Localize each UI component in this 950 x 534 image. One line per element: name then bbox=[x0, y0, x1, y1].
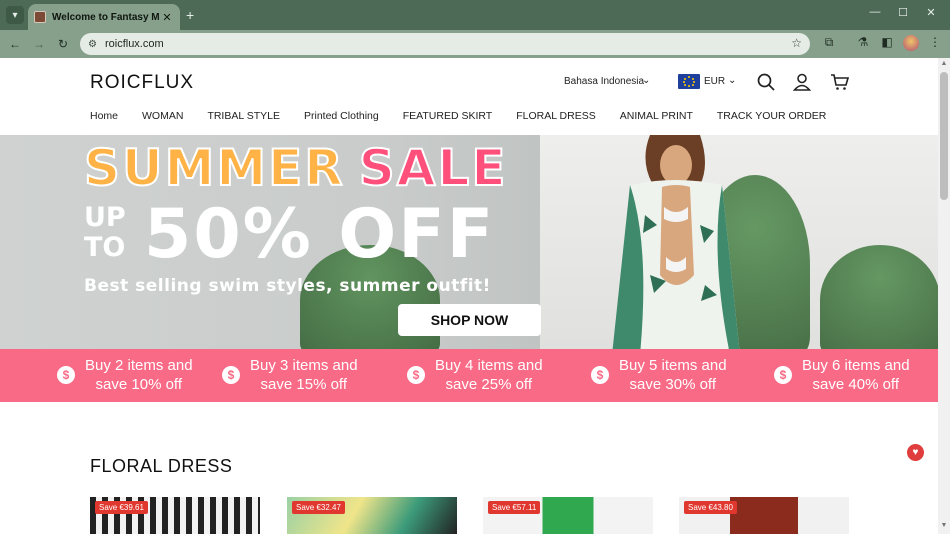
browser-tabstrip: ▾ Welcome to Fantasy Mall ✕ + — ☐ ✕ bbox=[0, 0, 950, 30]
site-logo[interactable]: ROICFLUX bbox=[90, 72, 194, 94]
promo-item: $ Buy 4 items and save 25% off bbox=[407, 356, 543, 394]
promo-line: save 10% off bbox=[95, 376, 182, 393]
promo-bar: $ Buy 2 items and save 10% off $ Buy 3 it… bbox=[0, 349, 938, 402]
nav-item-home[interactable]: Home bbox=[90, 110, 118, 122]
nav-item-track-order[interactable]: TRACK YOUR ORDER bbox=[717, 110, 827, 122]
promo-line: Buy 4 items and bbox=[435, 357, 543, 374]
tab-list-icon[interactable]: ▾ bbox=[6, 6, 24, 24]
close-icon[interactable]: ✕ bbox=[160, 11, 174, 24]
to-text: TO bbox=[84, 232, 126, 263]
cart-icon[interactable] bbox=[830, 72, 850, 92]
save-badge: Save €39.61 bbox=[95, 501, 148, 514]
banner-subtitle: Best selling swim styles, summer outfit! bbox=[84, 276, 491, 296]
up-text: UP bbox=[84, 202, 126, 233]
eu-flag-icon bbox=[678, 74, 700, 89]
shop-now-button[interactable]: SHOP NOW bbox=[398, 304, 541, 336]
save-badge: Save €43.80 bbox=[684, 501, 737, 514]
window-close-icon[interactable]: ✕ bbox=[921, 6, 941, 19]
chevron-down-icon[interactable]: ⌄ bbox=[728, 75, 736, 86]
site-info-icon[interactable]: ⚙ bbox=[88, 39, 97, 50]
menu-icon[interactable]: ⋮ bbox=[926, 35, 944, 49]
favicon bbox=[34, 11, 46, 23]
extensions-icon[interactable]: ⧉ bbox=[820, 35, 838, 50]
chat-help-icon[interactable]: ♥ bbox=[907, 444, 924, 461]
promo-line: Buy 5 items and bbox=[619, 357, 727, 374]
nav-item-woman[interactable]: WOMAN bbox=[142, 110, 183, 122]
maximize-icon[interactable]: ☐ bbox=[893, 6, 913, 19]
tab-title: Welcome to Fantasy Mall bbox=[52, 11, 160, 23]
banner-discount: 50% OFF bbox=[144, 195, 496, 274]
scroll-thumb[interactable] bbox=[940, 72, 948, 200]
promo-line: save 15% off bbox=[260, 376, 347, 393]
product-card[interactable]: Save €43.80 bbox=[679, 497, 849, 534]
dollar-coin-icon: $ bbox=[591, 366, 609, 384]
promo-line: save 25% off bbox=[445, 376, 532, 393]
banner-plant bbox=[820, 245, 938, 349]
scroll-down-icon[interactable]: ▼ bbox=[940, 522, 948, 529]
forward-icon[interactable]: → bbox=[30, 35, 48, 53]
nav-item-printed-clothing[interactable]: Printed Clothing bbox=[304, 110, 379, 122]
promo-item: $ Buy 3 items and save 15% off bbox=[222, 356, 358, 394]
nav-item-tribal-style[interactable]: TRIBAL STYLE bbox=[207, 110, 280, 122]
dollar-coin-icon: $ bbox=[774, 366, 792, 384]
bookmark-star-icon[interactable]: ☆ bbox=[791, 36, 802, 50]
web-page: ROICFLUX Bahasa Indonesia ⌄ EUR ⌄ Home W… bbox=[0, 58, 938, 534]
product-card[interactable]: Save €32.47 bbox=[287, 497, 457, 534]
nav-item-floral-dress[interactable]: FLORAL DRESS bbox=[516, 110, 596, 122]
labs-icon[interactable]: ⚗ bbox=[854, 35, 872, 49]
scroll-up-icon[interactable]: ▲ bbox=[940, 60, 948, 67]
language-selector[interactable]: Bahasa Indonesia bbox=[564, 76, 644, 87]
save-badge: Save €57.11 bbox=[488, 501, 541, 514]
headline-summer: SUMMER bbox=[83, 138, 345, 198]
promo-line: Buy 6 items and bbox=[802, 357, 910, 374]
promo-line: save 30% off bbox=[629, 376, 716, 393]
promo-line: save 40% off bbox=[812, 376, 899, 393]
chevron-down-icon[interactable]: ⌄ bbox=[642, 75, 650, 86]
reload-icon[interactable]: ↻ bbox=[54, 35, 72, 53]
promo-line: Buy 2 items and bbox=[85, 357, 193, 374]
promo-item: $ Buy 5 items and save 30% off bbox=[591, 356, 727, 394]
address-bar[interactable]: ⚙ roicflux.com ☆ bbox=[80, 33, 810, 55]
browser-toolbar: ← → ↻ ⚙ roicflux.com ☆ ⧉ ⚗ ◧ ⋮ bbox=[0, 30, 950, 58]
promo-item: $ Buy 2 items and save 10% off bbox=[57, 356, 193, 394]
dollar-coin-icon: $ bbox=[222, 366, 240, 384]
save-badge: Save €32.47 bbox=[292, 501, 345, 514]
page-scrollbar[interactable]: ▲ ▼ bbox=[938, 58, 950, 534]
account-icon[interactable] bbox=[792, 72, 812, 92]
banner-headline: SUMMER SALE bbox=[83, 138, 508, 198]
currency-selector[interactable]: EUR bbox=[704, 76, 725, 87]
section-title: FLORAL DRESS bbox=[90, 456, 233, 476]
promo-line: Buy 3 items and bbox=[250, 357, 358, 374]
back-icon[interactable]: ← bbox=[6, 35, 24, 53]
minimize-icon[interactable]: — bbox=[865, 6, 885, 18]
dollar-coin-icon: $ bbox=[407, 366, 425, 384]
headline-sale: SALE bbox=[358, 138, 508, 198]
dollar-coin-icon: $ bbox=[57, 366, 75, 384]
nav-item-animal-print[interactable]: ANIMAL PRINT bbox=[620, 110, 693, 122]
nav-item-featured-skirt[interactable]: FEATURED SKIRT bbox=[403, 110, 492, 122]
model-image bbox=[612, 135, 740, 349]
banner-upto: UP TO bbox=[84, 203, 126, 263]
sidebar-icon[interactable]: ◧ bbox=[878, 35, 896, 49]
product-card[interactable]: Save €39.61 bbox=[90, 497, 260, 534]
product-card[interactable]: Save €57.11 bbox=[483, 497, 653, 534]
new-tab-icon[interactable]: + bbox=[186, 7, 194, 23]
main-nav: Home WOMAN TRIBAL STYLE Printed Clothing… bbox=[90, 110, 850, 122]
browser-tab[interactable]: Welcome to Fantasy Mall ✕ bbox=[28, 4, 180, 30]
profile-avatar[interactable] bbox=[903, 35, 919, 51]
promo-item: $ Buy 6 items and save 40% off bbox=[774, 356, 910, 394]
search-icon[interactable] bbox=[756, 72, 776, 92]
url-text: roicflux.com bbox=[104, 38, 164, 50]
hero-banner[interactable]: SUMMER SALE UP TO 50% OFF Best selling sw… bbox=[0, 135, 938, 349]
